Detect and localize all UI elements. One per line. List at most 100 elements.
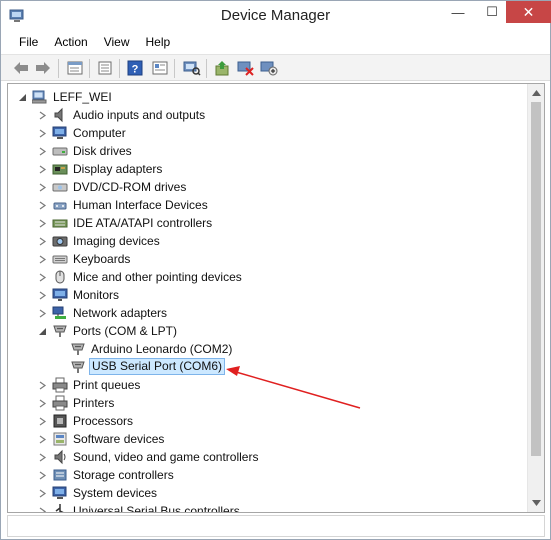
minimize-button[interactable]: — bbox=[441, 1, 475, 23]
title-bar[interactable]: Device Manager — ☐ ✕ bbox=[1, 1, 551, 31]
details-icon[interactable] bbox=[150, 59, 170, 77]
tree-category[interactable]: Printers bbox=[8, 394, 526, 412]
close-button[interactable]: ✕ bbox=[506, 1, 551, 23]
hid-icon bbox=[52, 197, 68, 213]
tree-item-label: Human Interface Devices bbox=[73, 198, 208, 212]
scroll-down-button[interactable] bbox=[528, 494, 544, 511]
tree-category[interactable]: Mice and other pointing devices bbox=[8, 268, 526, 286]
tree-item-label: Printers bbox=[73, 396, 115, 410]
tree-item-label: System devices bbox=[73, 486, 158, 500]
expand-arrow-icon[interactable] bbox=[38, 129, 47, 138]
sound-icon bbox=[52, 449, 68, 465]
tree-item-label: Network adapters bbox=[73, 306, 168, 320]
expand-arrow-icon[interactable] bbox=[38, 201, 47, 210]
expand-arrow-icon[interactable] bbox=[38, 309, 47, 318]
scroll-up-button[interactable] bbox=[528, 84, 544, 101]
tree-item-label: Display adapters bbox=[73, 162, 163, 176]
expand-arrow-icon[interactable] bbox=[38, 435, 47, 444]
back-icon[interactable] bbox=[11, 59, 31, 77]
tree-item-label: Monitors bbox=[73, 288, 120, 302]
properties-view-icon[interactable] bbox=[65, 59, 85, 77]
ide-controller-icon bbox=[52, 215, 68, 231]
collapse-arrow-icon[interactable] bbox=[18, 93, 27, 102]
speaker-icon bbox=[52, 107, 68, 123]
port-icon bbox=[70, 341, 86, 357]
expand-arrow-icon[interactable] bbox=[38, 399, 47, 408]
tree-category[interactable]: Display adapters bbox=[8, 160, 526, 178]
tree-category[interactable]: Processors bbox=[8, 412, 526, 430]
enable-device-icon[interactable] bbox=[259, 59, 279, 77]
expand-arrow-icon[interactable] bbox=[38, 489, 47, 498]
tree-category[interactable]: Audio inputs and outputs bbox=[8, 106, 526, 124]
menu-view[interactable]: View bbox=[96, 32, 138, 52]
device-tree[interactable]: LEFF_WEI Audio inputs and outputs Computer… bbox=[7, 83, 545, 513]
tree-category[interactable]: Imaging devices bbox=[8, 232, 526, 250]
network-icon bbox=[52, 305, 68, 321]
scan-hardware-icon[interactable] bbox=[182, 59, 202, 77]
expand-arrow-icon[interactable] bbox=[38, 453, 47, 462]
printer-icon bbox=[52, 377, 68, 393]
tree-category[interactable]: Ports (COM & LPT) bbox=[8, 322, 526, 340]
expand-arrow-icon[interactable] bbox=[38, 273, 47, 282]
toolbar-separator bbox=[174, 59, 175, 78]
show-hide-icon[interactable] bbox=[95, 59, 115, 77]
expand-arrow-icon[interactable] bbox=[38, 165, 47, 174]
tree-item-label: Audio inputs and outputs bbox=[73, 108, 206, 122]
dvd-drive-icon bbox=[52, 179, 68, 195]
tree-item-label: USB Serial Port (COM6) bbox=[89, 358, 226, 375]
menu-action[interactable]: Action bbox=[46, 32, 95, 52]
tree-category[interactable]: Monitors bbox=[8, 286, 526, 304]
vertical-scrollbar[interactable] bbox=[527, 84, 544, 512]
printer-icon bbox=[52, 395, 68, 411]
tree-category[interactable]: DVD/CD-ROM drives bbox=[8, 178, 526, 196]
toolbar-separator bbox=[206, 59, 207, 78]
mouse-icon bbox=[52, 269, 68, 285]
menu-bar: File Action View Help bbox=[1, 32, 550, 52]
tree-category[interactable]: Human Interface Devices bbox=[8, 196, 526, 214]
help-icon[interactable]: ? bbox=[125, 59, 145, 77]
tree-category[interactable]: Keyboards bbox=[8, 250, 526, 268]
expand-arrow-icon[interactable] bbox=[38, 237, 47, 246]
monitor-icon bbox=[52, 287, 68, 303]
toolbar-separator bbox=[119, 59, 120, 78]
expand-arrow-icon[interactable] bbox=[38, 507, 47, 512]
tree-item-label: LEFF_WEI bbox=[53, 90, 112, 104]
expand-arrow-icon[interactable] bbox=[38, 183, 47, 192]
maximize-button[interactable]: ☐ bbox=[475, 1, 509, 23]
tree-item-label: Disk drives bbox=[73, 144, 132, 158]
svg-text:?: ? bbox=[132, 64, 139, 76]
expand-arrow-icon[interactable] bbox=[38, 147, 47, 156]
forward-icon[interactable] bbox=[33, 59, 53, 77]
tree-category[interactable]: Software devices bbox=[8, 430, 526, 448]
tree-category[interactable]: Computer bbox=[8, 124, 526, 142]
tree-root[interactable]: LEFF_WEI bbox=[8, 88, 526, 106]
expand-arrow-icon[interactable] bbox=[38, 417, 47, 426]
tree-category[interactable]: IDE ATA/ATAPI controllers bbox=[8, 214, 526, 232]
expand-arrow-icon[interactable] bbox=[38, 111, 47, 120]
tree-category[interactable]: Disk drives bbox=[8, 142, 526, 160]
uninstall-icon[interactable] bbox=[236, 59, 256, 77]
root-computer-icon bbox=[31, 89, 48, 105]
port-icon bbox=[52, 323, 68, 339]
tree-category[interactable]: Sound, video and game controllers bbox=[8, 448, 526, 466]
tree-device-item[interactable]: Arduino Leonardo (COM2) bbox=[8, 340, 526, 358]
processor-icon bbox=[52, 413, 68, 429]
tree-category[interactable]: Print queues bbox=[8, 376, 526, 394]
expand-arrow-icon[interactable] bbox=[38, 471, 47, 480]
expand-arrow-icon[interactable] bbox=[38, 255, 47, 264]
menu-help[interactable]: Help bbox=[138, 32, 179, 52]
expand-arrow-icon[interactable] bbox=[38, 219, 47, 228]
keyboard-icon bbox=[52, 251, 68, 267]
scroll-thumb[interactable] bbox=[531, 102, 541, 456]
expand-arrow-icon[interactable] bbox=[38, 291, 47, 300]
collapse-arrow-icon[interactable] bbox=[38, 327, 47, 336]
tree-category[interactable]: Universal Serial Bus controllers bbox=[8, 502, 526, 512]
tree-item-label: IDE ATA/ATAPI controllers bbox=[73, 216, 213, 230]
menu-file[interactable]: File bbox=[11, 32, 46, 52]
tree-category[interactable]: Storage controllers bbox=[8, 466, 526, 484]
tree-device-item[interactable]: USB Serial Port (COM6) bbox=[8, 358, 526, 376]
tree-category[interactable]: Network adapters bbox=[8, 304, 526, 322]
update-driver-icon[interactable] bbox=[213, 59, 233, 77]
tree-category[interactable]: System devices bbox=[8, 484, 526, 502]
expand-arrow-icon[interactable] bbox=[38, 381, 47, 390]
